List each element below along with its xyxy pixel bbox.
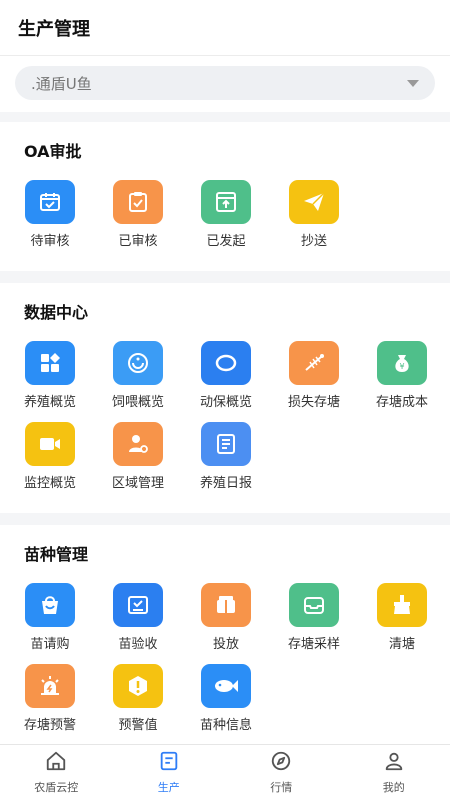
grid-item[interactable]: ¥ 存塘成本 — [358, 341, 446, 410]
grid-item[interactable]: 损失存塘 — [270, 341, 358, 410]
grid-item-label: 区域管理 — [111, 476, 164, 491]
user-gear-icon — [113, 422, 163, 466]
release-box-icon — [201, 583, 251, 627]
grid-item[interactable]: 待审核 — [6, 180, 94, 249]
grid-item[interactable]: 已审核 — [94, 180, 182, 249]
tab-label: 行情 — [270, 781, 293, 794]
grid-item[interactable]: 饲喂概览 — [94, 341, 182, 410]
grid-item-label: 待审核 — [30, 234, 70, 249]
grid-item-label: 养殖概览 — [23, 395, 76, 410]
svg-text:¥: ¥ — [399, 362, 404, 371]
grid-shapes-icon — [25, 341, 75, 385]
section-0: OA审批待审核 已审核 已发起 抄送 — [0, 122, 450, 271]
grid-item[interactable]: 投放 — [182, 583, 270, 652]
grid-item[interactable]: 预警值 — [94, 664, 182, 733]
page-title: 生产管理 — [18, 18, 90, 40]
grid-item[interactable]: 监控概览 — [6, 422, 94, 491]
broom-icon — [377, 583, 427, 627]
clipboard-check-icon — [113, 180, 163, 224]
grid-item-label: 预警值 — [118, 718, 158, 733]
fish-icon — [201, 664, 251, 708]
grid-item[interactable]: 苗验收 — [94, 583, 182, 652]
grid-item-label: 饲喂概览 — [111, 395, 164, 410]
section-grid: 苗请购 苗验收 投放 存塘采样 清塘存塘预警 预警值 苗种信息 — [0, 583, 450, 745]
grid-item[interactable]: 养殖日报 — [182, 422, 270, 491]
section-2: 苗种管理苗请购 苗验收 投放 存塘采样 清塘存塘预警 预警值 苗种信息 — [0, 525, 450, 755]
calendar-check-icon — [25, 180, 75, 224]
compass-icon — [270, 750, 292, 776]
grid-item-label: 监控概览 — [23, 476, 76, 491]
report-list-icon — [201, 422, 251, 466]
section-grid: 待审核 已审核 已发起 抄送 — [0, 180, 450, 261]
shield-oval-icon — [201, 341, 251, 385]
grid-item-label: 已审核 — [118, 234, 158, 249]
farm-select-wrapper: .通盾U鱼 — [0, 56, 450, 112]
tab-0[interactable]: 农盾云控 — [0, 745, 113, 800]
grid-item[interactable]: 苗种信息 — [182, 664, 270, 733]
grid-item-label: 养殖日报 — [199, 476, 252, 491]
grid-item[interactable]: 区域管理 — [94, 422, 182, 491]
tab-label: 生产 — [157, 781, 180, 794]
home-icon — [45, 750, 67, 776]
grid-item-label: 苗验收 — [118, 637, 158, 652]
section-title: OA审批 — [24, 142, 82, 161]
grid-item[interactable]: 清塘 — [358, 583, 446, 652]
grid-item-label: 投放 — [212, 637, 239, 652]
video-camera-icon — [25, 422, 75, 466]
user-icon — [383, 750, 405, 776]
section-1: 数据中心养殖概览 饲喂概览 动保概览 损失存塘 ¥ 存塘成本监控概览 区域管理 养殖日报 — [0, 283, 450, 513]
section-grid: 养殖概览 饲喂概览 动保概览 损失存塘 ¥ 存塘成本监控概览 区域管理 养殖日报 — [0, 341, 450, 503]
tab-label: 农盾云控 — [34, 781, 79, 794]
grid-item[interactable]: 动保概览 — [182, 341, 270, 410]
grid-item-label: 抄送 — [300, 234, 327, 249]
tab-2[interactable]: 行情 — [225, 745, 338, 800]
tab-1[interactable]: 生产 — [113, 745, 226, 800]
grid-item-label: 存塘成本 — [375, 395, 428, 410]
grid-item[interactable]: 抄送 — [270, 180, 358, 249]
grid-item-label: 苗种信息 — [199, 718, 252, 733]
grid-item[interactable]: 苗请购 — [6, 583, 94, 652]
chevron-down-icon — [407, 79, 419, 87]
farm-select[interactable]: .通盾U鱼 — [15, 66, 435, 100]
grid-item-label: 动保概览 — [199, 395, 252, 410]
grid-item[interactable]: 已发起 — [182, 180, 270, 249]
paper-plane-icon — [289, 180, 339, 224]
money-bag-icon: ¥ — [377, 341, 427, 385]
warning-hexagon-icon — [113, 664, 163, 708]
section-title: 苗种管理 — [24, 545, 89, 564]
inbox-check-icon — [113, 583, 163, 627]
farm-select-value: .通盾U鱼 — [31, 74, 92, 93]
fish-bone-icon — [289, 341, 339, 385]
app-header: 生产管理 — [0, 0, 450, 56]
grid-item[interactable]: 养殖概览 — [6, 341, 94, 410]
tab-label: 我的 — [382, 781, 405, 794]
grid-item-label: 清塘 — [388, 637, 415, 652]
grid-item-label: 已发起 — [206, 234, 246, 249]
production-icon — [158, 750, 180, 776]
section-title: 数据中心 — [24, 303, 89, 322]
tab-3[interactable]: 我的 — [338, 745, 450, 800]
grid-item-label: 存塘预警 — [23, 718, 76, 733]
bottom-tab-bar: 农盾云控 生产 行情 我的 — [0, 744, 450, 800]
grid-item-label: 存塘采样 — [287, 637, 340, 652]
tray-icon — [289, 583, 339, 627]
grid-item-label: 损失存塘 — [287, 395, 340, 410]
grid-item-label: 苗请购 — [30, 637, 70, 652]
sections-container: OA审批待审核 已审核 已发起 抄送数据中心养殖概览 饲喂概览 动保概览 损失存塘 ¥ 存塘成本… — [0, 122, 450, 755]
send-box-icon — [201, 180, 251, 224]
grid-item[interactable]: 存塘预警 — [6, 664, 94, 733]
grid-item[interactable]: 存塘采样 — [270, 583, 358, 652]
shopping-bag-icon — [25, 583, 75, 627]
feed-bowl-icon — [113, 341, 163, 385]
alarm-light-icon — [25, 664, 75, 708]
